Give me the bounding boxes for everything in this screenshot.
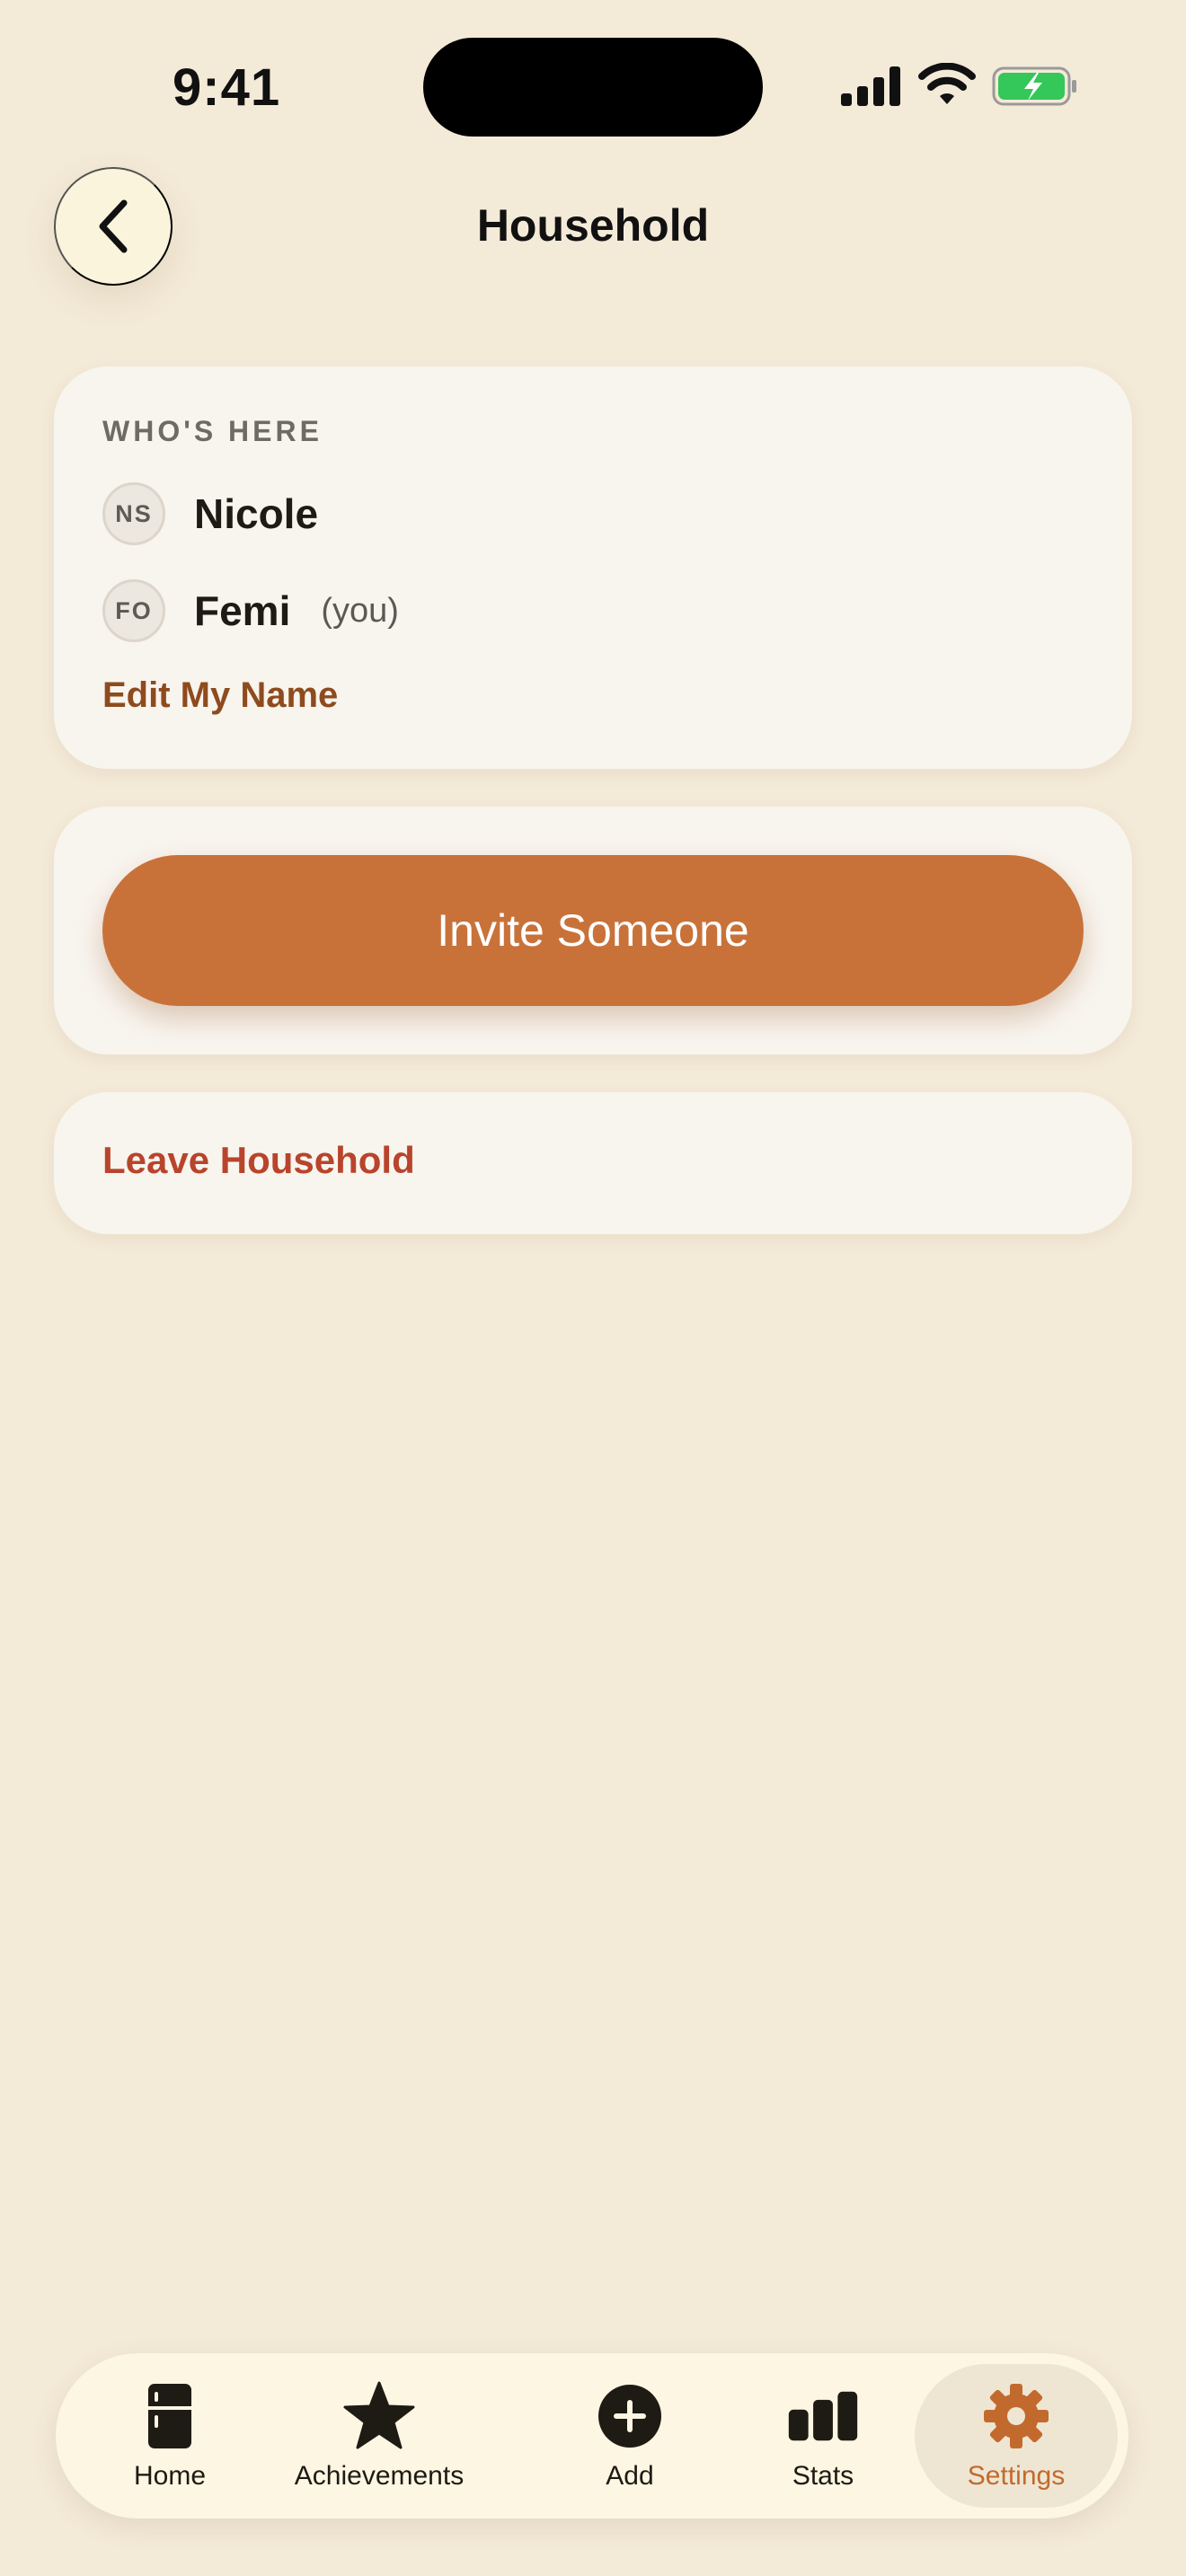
member-name: Nicole	[194, 490, 319, 537]
avatar: FO	[102, 579, 165, 642]
bar-chart-icon	[788, 2391, 858, 2441]
tab-home[interactable]: Home	[111, 2364, 228, 2508]
tab-settings[interactable]: Settings	[915, 2364, 1118, 2508]
member-row-nicole: NS Nicole	[102, 481, 318, 546]
tab-label: Home	[133, 2461, 207, 2491]
battery-charging-icon	[992, 66, 1076, 106]
tab-stats[interactable]: Stats	[765, 2364, 881, 2508]
avatar: NS	[102, 482, 165, 545]
dynamic-island	[423, 38, 763, 137]
status-time: 9:41	[173, 58, 281, 117]
member-row-femi: FO Femi (you)	[102, 578, 399, 643]
tab-add[interactable]: Add	[571, 2364, 688, 2508]
tab-label: Achievements	[294, 2461, 465, 2491]
leave-card: Leave Household	[54, 1092, 1132, 1234]
invite-someone-button[interactable]: Invite Someone	[102, 855, 1084, 1006]
gear-icon	[984, 2384, 1049, 2448]
plus-circle-icon	[598, 2385, 661, 2448]
section-label: WHO'S HERE	[102, 415, 323, 447]
wifi-icon	[918, 63, 976, 104]
tab-label: Stats	[792, 2461, 854, 2491]
you-tag: (you)	[321, 591, 399, 630]
cellular-signal-icon	[841, 66, 900, 106]
tab-achievements[interactable]: Achievements	[276, 2364, 482, 2508]
page-title: Household	[476, 200, 710, 251]
invite-card: Invite Someone	[54, 807, 1132, 1054]
member-name: Femi	[194, 587, 291, 634]
fridge-icon	[148, 2384, 191, 2448]
edit-my-name-button[interactable]: Edit My Name	[102, 675, 338, 716]
household-screen: 9:41 Household WHO'S HERE NS Nicole FO F…	[0, 0, 1186, 2576]
members-card: WHO'S HERE NS Nicole FO Femi (you) Edit …	[54, 366, 1132, 769]
tab-bar: Home Achievements Add Stats Settings	[56, 2353, 1128, 2519]
tab-label: Settings	[967, 2461, 1066, 2491]
star-icon	[343, 2381, 415, 2449]
leave-household-button[interactable]: Leave Household	[102, 1139, 415, 1182]
status-bar: 9:41	[0, 0, 1186, 171]
tab-label: Add	[606, 2461, 654, 2491]
